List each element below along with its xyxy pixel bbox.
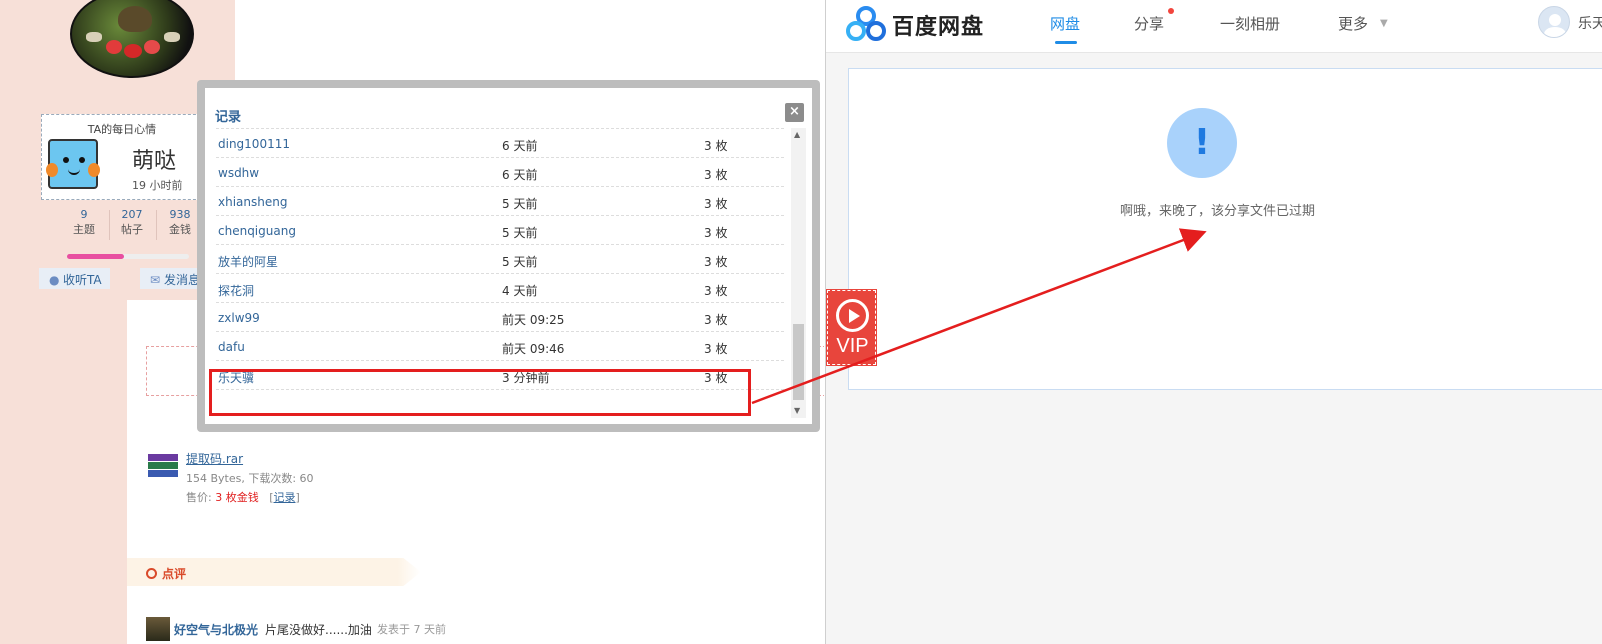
- close-button[interactable]: ×: [785, 103, 804, 122]
- record-user[interactable]: zxlw99: [218, 311, 260, 325]
- nav-active-underline: [1055, 41, 1077, 44]
- netdisk-page: 百度网盘 网盘 分享 一刻相册 更多 ▼ 乐天: [826, 0, 1602, 644]
- chevron-down-icon[interactable]: ▼: [1380, 18, 1388, 29]
- play-icon: [836, 299, 869, 332]
- stat-threads[interactable]: 9 主题: [60, 208, 108, 237]
- vip-video-badge[interactable]: VIP: [826, 289, 877, 366]
- comment-time: 发表于 7 天前: [377, 623, 446, 636]
- record-time: 前天 09:46: [502, 342, 565, 356]
- attachment-link[interactable]: 提取码.rar: [186, 450, 243, 467]
- scroll-down-arrow-icon[interactable]: ▼: [794, 406, 800, 415]
- stat-money-label: 金钱: [169, 223, 191, 236]
- record-time: 5 天前: [502, 226, 538, 240]
- record-user[interactable]: wsdhw: [218, 166, 259, 180]
- record-amount: 3 枚: [704, 168, 728, 182]
- record-time: 5 天前: [502, 255, 538, 269]
- price-label: 售价:: [186, 491, 212, 504]
- review-label: 点评: [162, 567, 187, 581]
- attachment-price: 售价: 3 枚金钱 [记录]: [186, 491, 300, 504]
- record-amount: 3 枚: [704, 255, 728, 269]
- notification-dot-icon: [1168, 8, 1174, 14]
- stat-posts[interactable]: 207 帖子: [108, 208, 156, 237]
- follow-button-label: 收听TA: [63, 273, 102, 287]
- baidu-netdisk-logo-icon[interactable]: [846, 6, 886, 42]
- record-amount: 3 枚: [704, 197, 728, 211]
- vip-label: VIP: [836, 335, 869, 357]
- user-name[interactable]: 乐天: [1578, 13, 1602, 33]
- record-user[interactable]: chenqiguang: [218, 224, 296, 238]
- stat-threads-label: 主题: [73, 223, 95, 236]
- follow-user-icon: ●: [49, 273, 60, 287]
- expired-message: 啊哦，来晚了，该分享文件已过期: [1120, 204, 1316, 219]
- mood-title: TA的每日心情: [87, 123, 157, 136]
- envelope-icon: ✉: [150, 273, 161, 287]
- record-row: zxlw99 前天 09:25 3 枚: [216, 303, 784, 332]
- record-time: 6 天前: [502, 168, 538, 182]
- nav-more[interactable]: 更多: [1338, 13, 1368, 34]
- record-user[interactable]: 探花洞: [218, 282, 254, 299]
- record-link[interactable]: 记录: [274, 491, 296, 504]
- record-amount: 3 枚: [704, 139, 728, 153]
- rar-archive-icon: [148, 450, 178, 480]
- forum-page: TA的每日心情 萌哒 19 小时前 9 主题 207 帖子 938 金钱 ● 收听…: [0, 0, 824, 644]
- record-amount: 3 枚: [704, 313, 728, 327]
- scroll-up-arrow-icon[interactable]: ▲: [794, 130, 800, 139]
- record-time: 4 天前: [502, 284, 538, 298]
- record-row: 探花洞 4 天前 3 枚: [216, 274, 784, 303]
- attachment-meta: 154 Bytes, 下载次数: 60: [186, 472, 314, 485]
- level-progress-bar: [67, 254, 189, 259]
- record-row: xhiansheng 5 天前 3 枚: [216, 187, 784, 216]
- stat-threads-value: 9: [80, 208, 88, 221]
- comment-text: 片尾没做好......加油: [265, 623, 372, 637]
- exclamation-icon: !: [1167, 108, 1237, 178]
- nav-netdisk[interactable]: 网盘: [1050, 13, 1080, 34]
- profile-sidebar-background-lower: [0, 300, 127, 644]
- dialog-scrollbar[interactable]: ▲ ▼: [791, 128, 806, 418]
- mood-time: 19 小时前: [132, 179, 183, 192]
- record-row: chenqiguang 5 天前 3 枚: [216, 216, 784, 245]
- highlight-annotation-box: [209, 369, 751, 416]
- review-circle-icon: [146, 568, 157, 579]
- record-user[interactable]: ding100111: [218, 137, 290, 151]
- follow-button[interactable]: ● 收听TA: [39, 268, 110, 289]
- message-button-label: 发消息: [164, 273, 201, 287]
- stat-posts-label: 帖子: [121, 223, 143, 236]
- record-user[interactable]: dafu: [218, 340, 245, 354]
- record-row: wsdhw 6 天前 3 枚: [216, 158, 784, 187]
- level-progress-fill: [67, 254, 125, 259]
- record-amount: 3 枚: [704, 284, 728, 298]
- record-time: 6 天前: [502, 139, 538, 153]
- message-button[interactable]: ✉ 发消息: [140, 268, 205, 289]
- mood-text: 萌哒: [132, 149, 177, 174]
- record-user[interactable]: xhiansheng: [218, 195, 287, 209]
- record-time: 5 天前: [502, 197, 538, 211]
- user-avatar-icon[interactable]: [1538, 6, 1570, 38]
- mood-emoji-icon: [46, 139, 100, 189]
- record-time: 前天 09:25: [502, 313, 565, 327]
- daily-mood-box: TA的每日心情 萌哒 19 小时前: [41, 114, 201, 200]
- nav-share[interactable]: 分享: [1134, 13, 1164, 34]
- record-amount: 3 枚: [704, 226, 728, 240]
- comment-avatar[interactable]: [146, 617, 170, 641]
- record-user[interactable]: 放羊的阿星: [218, 253, 278, 270]
- record-row: ding100111 6 天前 3 枚: [216, 129, 784, 158]
- comment-username[interactable]: 好空气与北极光: [174, 621, 258, 638]
- price-value: 3 枚金钱: [215, 491, 259, 504]
- record-amount: 3 枚: [704, 342, 728, 356]
- logo-text[interactable]: 百度网盘: [892, 9, 984, 41]
- top-navigation: 百度网盘 网盘 分享 一刻相册 更多 ▼ 乐天: [826, 0, 1602, 53]
- scrollbar-thumb[interactable]: [793, 324, 804, 400]
- record-row: dafu 前天 09:46 3 枚: [216, 332, 784, 361]
- stat-posts-value: 207: [121, 208, 143, 221]
- record-row: 放羊的阿星 5 天前 3 枚: [216, 245, 784, 274]
- nav-album[interactable]: 一刻相册: [1220, 13, 1280, 34]
- dialog-title: 记录: [215, 110, 242, 125]
